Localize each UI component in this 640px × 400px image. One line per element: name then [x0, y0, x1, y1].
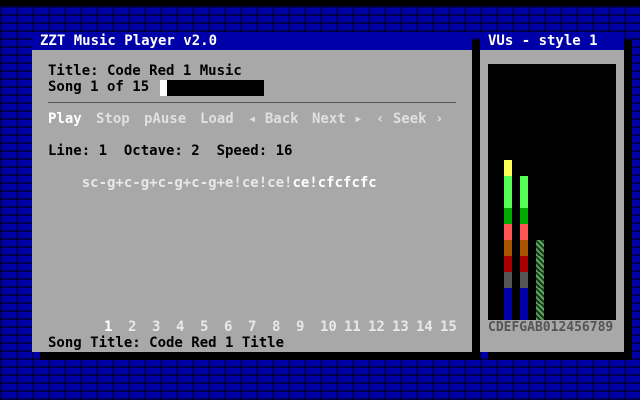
song-index-label: Song 1 of 15 [48, 79, 150, 95]
song-number-11[interactable]: 11 [344, 319, 361, 335]
song-number-6[interactable]: 6 [224, 319, 232, 335]
vu-segment [520, 256, 528, 272]
vu-segment [504, 272, 512, 288]
background-divider [0, 0, 640, 6]
vu-segment [504, 288, 512, 304]
vu-segment [536, 288, 544, 304]
vu-window-title: VUs - style 1 [488, 33, 598, 49]
song-number-15[interactable]: 15 [440, 319, 457, 335]
song-number-12[interactable]: 12 [368, 319, 385, 335]
control-next-button[interactable]: Next ▸ [312, 111, 363, 127]
vu-segment [520, 288, 528, 304]
vu-channel-labels: CDEFGAB012456789 [488, 320, 614, 335]
sequence-display: sc-g+c-g+c-g+c-g+e!ce!ce!ce!cfcfcfc [48, 159, 377, 207]
song-number-3[interactable]: 3 [152, 319, 160, 335]
vu-window: VUs - style 1 CDEFGAB012456789 [480, 32, 624, 352]
sequence-current: c [292, 175, 301, 191]
song-number-1[interactable]: 1 [104, 319, 112, 335]
control-load-button[interactable]: Load [200, 111, 234, 127]
song-number-7[interactable]: 7 [248, 319, 256, 335]
sequence-played: sc-g+c-g+c-g+c-g+e!ce!ce! [81, 175, 293, 191]
vu-segment [504, 224, 512, 240]
vu-segment [504, 256, 512, 272]
song-title-label: Title: Code Red 1 Music [48, 63, 242, 79]
vu-segment [504, 240, 512, 256]
vu-segment [520, 192, 528, 208]
song-number-10[interactable]: 10 [320, 319, 337, 335]
progress-fill [160, 80, 168, 96]
vu-segment [536, 256, 544, 272]
vu-segment [520, 176, 528, 192]
song-title-footer: Song Title: Code Red 1 Title [48, 335, 285, 351]
vu-segment [520, 240, 528, 256]
vu-segment [536, 304, 544, 320]
vu-segment [504, 192, 512, 208]
vu-segment [504, 304, 512, 320]
song-number-8[interactable]: 8 [272, 319, 280, 335]
control-back-button[interactable]: ◂ Back [248, 111, 299, 127]
song-number-2[interactable]: 2 [128, 319, 136, 335]
vu-segment [520, 224, 528, 240]
vu-segment [520, 208, 528, 224]
control-play-button[interactable]: Play [48, 111, 82, 127]
vu-segment [536, 272, 544, 288]
song-number-5[interactable]: 5 [200, 319, 208, 335]
sequence-upcoming: e!cfcfcfc [300, 175, 377, 191]
player-window-title: ZZT Music Player v2.0 [40, 33, 218, 49]
song-number-13[interactable]: 13 [392, 319, 409, 335]
control-seek-button[interactable]: ‹ Seek › [376, 111, 443, 127]
line-info: Line: 1 Octave: 2 Speed: 16 [48, 143, 293, 159]
vu-segment [520, 304, 528, 320]
vu-meter-area [488, 64, 616, 320]
song-number-9[interactable]: 9 [296, 319, 304, 335]
vu-segment [504, 176, 512, 192]
vu-segment [536, 240, 544, 256]
control-pause-button[interactable]: pAuse [144, 111, 186, 127]
control-stop-button[interactable]: Stop [96, 111, 130, 127]
vu-titlebar: VUs - style 1 [480, 32, 624, 50]
vu-segment [504, 208, 512, 224]
progress-bar[interactable] [160, 80, 264, 96]
song-number-14[interactable]: 14 [416, 319, 433, 335]
player-window: ZZT Music Player v2.0 Title: Code Red 1 … [32, 32, 472, 352]
separator [48, 102, 456, 103]
vu-segment [520, 272, 528, 288]
song-number-4[interactable]: 4 [176, 319, 184, 335]
vu-segment [504, 160, 512, 176]
player-titlebar: ZZT Music Player v2.0 [32, 32, 472, 50]
